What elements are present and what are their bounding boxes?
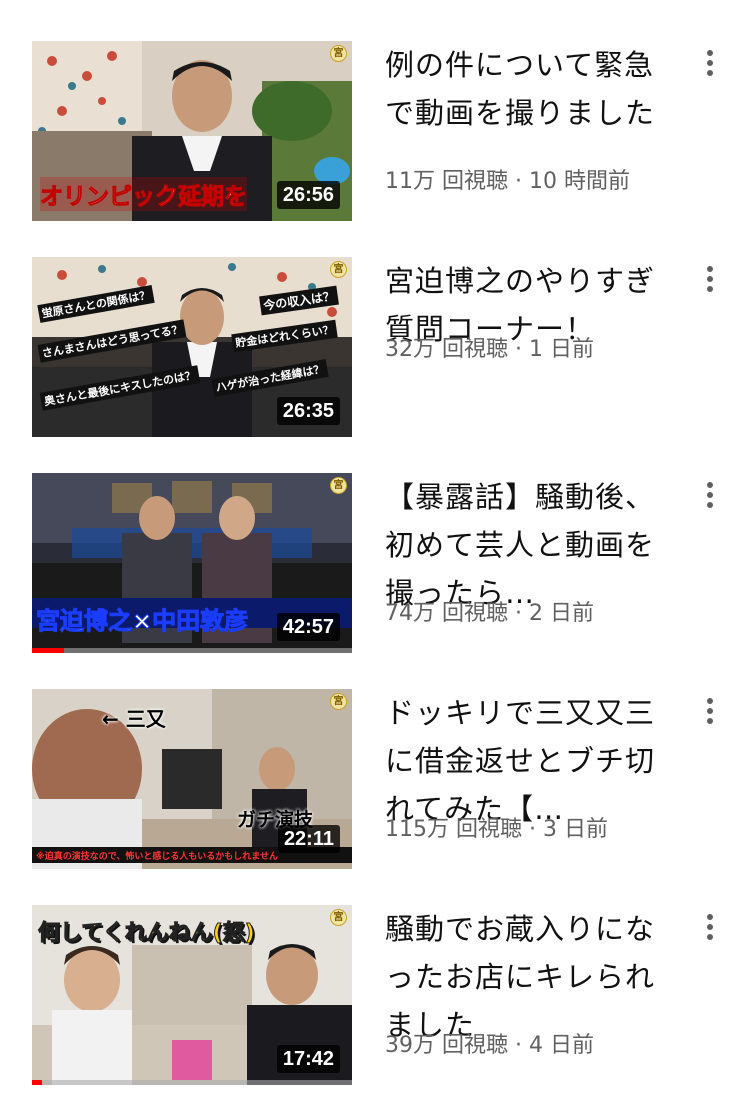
more-vert-icon[interactable] [698, 479, 722, 509]
video-meta: 39万 回視聴 · 4 日前 [385, 1027, 685, 1059]
video-item[interactable]: 宮 何してくれんねん(怒) 17:42 騒動でお蔵入りになったお店にキレられまし… [0, 905, 750, 1097]
meta-separator: · [508, 601, 529, 626]
video-title[interactable]: 例の件について緊急で動画を撮りました [385, 41, 655, 137]
video-meta: 115万 回視聴 · 3 日前 [385, 811, 685, 843]
view-count: 39万 回視聴 [385, 1033, 508, 1058]
thumbnail-subtitle: ※迫真の演技なので、怖いと感じる人もいるかもしれません [36, 852, 278, 862]
channel-badge: 宮 [330, 477, 347, 494]
thumbnail-caption: 宮迫博之×中田敦彦 [35, 607, 249, 636]
video-duration: 22:11 [277, 825, 340, 853]
video-meta: 32万 回視聴 · 1 日前 [385, 331, 685, 363]
thumbnail-caption: オリンピック延期を [40, 177, 248, 211]
view-count: 11万 回視聴 [385, 169, 508, 194]
watch-progress-bar [32, 648, 352, 653]
video-item[interactable]: 宮 ← 三又 ガチ演技 ※迫真の演技なので、怖いと感じる人もいるかもしれません … [0, 689, 750, 905]
meta-separator: · [508, 1033, 529, 1058]
video-item[interactable]: 宮 宮迫博之×中田敦彦 42:57 【暴露話】騒動後、初めて芸人と動画を撮ったら… [0, 473, 750, 689]
video-thumbnail[interactable]: 宮 宮迫博之×中田敦彦 42:57 [32, 473, 352, 653]
watch-progress-fill [32, 648, 64, 653]
video-duration: 26:56 [276, 181, 340, 209]
watch-progress-bar [32, 1080, 352, 1085]
meta-separator: · [508, 169, 529, 194]
video-item[interactable]: 宮 蛍原さんとの関係は？ 今の収入は？ さんまさんはどう思ってる？ 貯金はどれく… [0, 257, 750, 473]
video-meta: 74万 回視聴 · 2 日前 [385, 595, 685, 627]
upload-age: 3 日前 [542, 817, 608, 842]
upload-age: 4 日前 [528, 1033, 594, 1058]
video-thumbnail[interactable]: 宮 オリンピック延期を 26:56 [32, 41, 352, 221]
more-vert-icon[interactable] [698, 911, 722, 941]
thumbnail-caption: ← 三又 [102, 707, 166, 731]
video-thumbnail[interactable]: 宮 ← 三又 ガチ演技 ※迫真の演技なので、怖いと感じる人もいるかもしれません … [32, 689, 352, 869]
watch-progress-fill [32, 1080, 42, 1085]
more-vert-icon[interactable] [698, 695, 722, 725]
video-thumbnail[interactable]: 宮 何してくれんねん(怒) 17:42 [32, 905, 352, 1085]
channel-badge: 宮 [330, 909, 347, 926]
more-vert-icon[interactable] [698, 263, 722, 293]
video-duration: 17:42 [276, 1045, 340, 1073]
channel-badge: 宮 [330, 45, 347, 62]
channel-badge: 宮 [330, 693, 347, 710]
upload-age: 2 日前 [528, 601, 594, 626]
video-duration: 42:57 [276, 613, 340, 641]
view-count: 115万 回視聴 [385, 817, 522, 842]
meta-separator: · [522, 817, 543, 842]
upload-age: 1 日前 [528, 337, 594, 362]
video-thumbnail[interactable]: 宮 蛍原さんとの関係は？ 今の収入は？ さんまさんはどう思ってる？ 貯金はどれく… [32, 257, 352, 437]
view-count: 74万 回視聴 [385, 601, 508, 626]
channel-badge: 宮 [330, 261, 347, 278]
video-meta: 11万 回視聴 · 10 時間前 [385, 163, 685, 195]
upload-age: 10 時間前 [528, 169, 630, 194]
video-duration: 26:35 [276, 397, 340, 425]
meta-separator: · [508, 337, 529, 362]
more-vert-icon[interactable] [698, 47, 722, 77]
view-count: 32万 回視聴 [385, 337, 508, 362]
thumbnail-caption: 何してくれんねん(怒) [38, 921, 256, 947]
video-item[interactable]: 宮 オリンピック延期を 26:56 例の件について緊急で動画を撮りました 11万… [0, 41, 750, 257]
